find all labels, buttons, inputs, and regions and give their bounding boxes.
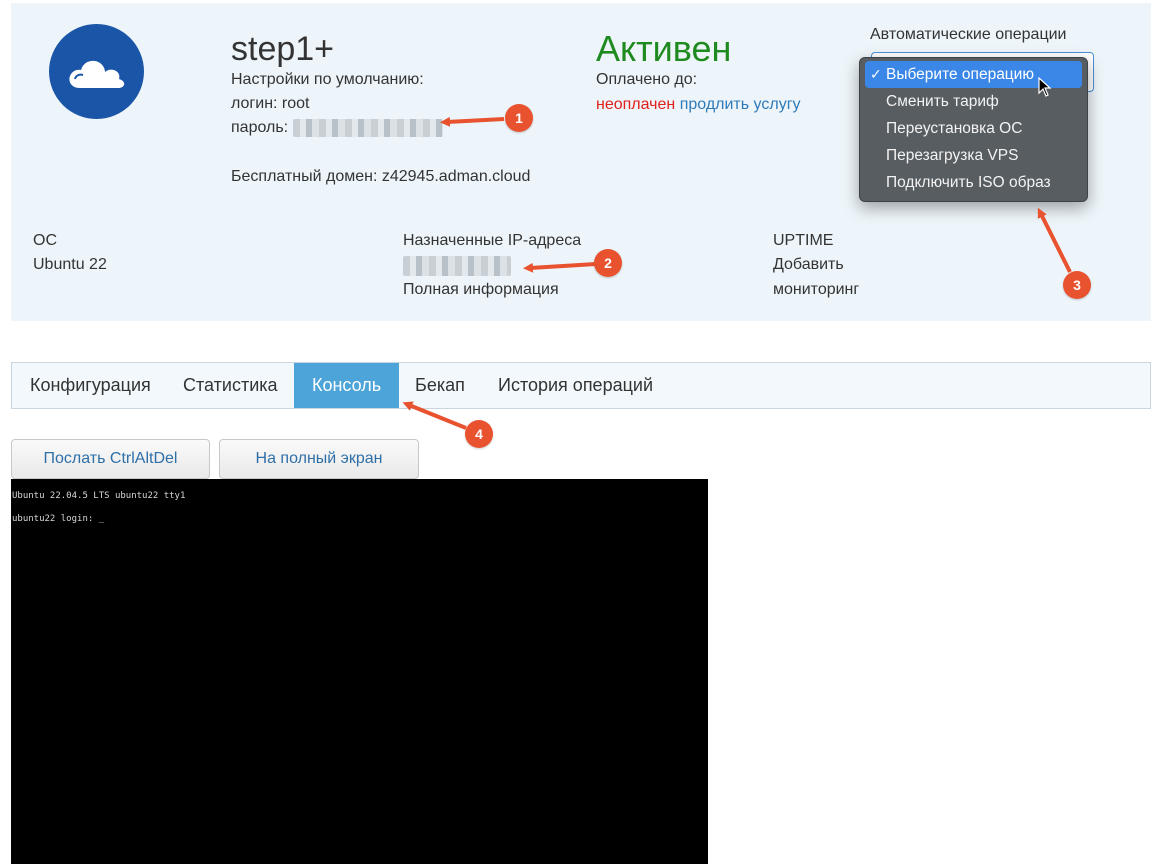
tab-statistics[interactable]: Статистика xyxy=(165,363,296,408)
os-value: Ubuntu 22 xyxy=(33,256,107,273)
ip-value-redacted xyxy=(403,256,511,276)
operations-dropdown: ✓ Выберите операцию Сменить тариф Переус… xyxy=(859,57,1088,202)
operation-option-mount-iso[interactable]: Подключить ISO образ xyxy=(865,169,1082,196)
tab-backup[interactable]: Бекап xyxy=(397,363,483,408)
payment-status-line: неоплачен продлить услугу xyxy=(596,96,801,114)
cloud-icon xyxy=(68,60,124,88)
annotation-badge-4: 4 xyxy=(465,420,493,448)
annotation-badge-1: 1 xyxy=(505,104,533,132)
unpaid-label: неоплачен xyxy=(596,96,676,113)
status-active: Активен xyxy=(596,28,732,69)
add-monitoring-link-line2[interactable]: мониторинг xyxy=(773,281,859,299)
add-monitoring-link[interactable]: Добавить xyxy=(773,256,844,274)
password-value-redacted xyxy=(292,119,443,137)
plan-name: step1+ xyxy=(231,30,335,68)
send-ctrl-alt-del-button[interactable]: Послать CtrlAltDel xyxy=(11,439,210,479)
annotation-badge-3: 3 xyxy=(1063,271,1091,299)
free-domain: Бесплатный домен: z42945.adman.cloud xyxy=(231,168,531,185)
fullscreen-button[interactable]: На полный экран xyxy=(219,439,419,479)
extend-service-link[interactable]: продлить услугу xyxy=(680,96,801,113)
tab-console[interactable]: Консоль xyxy=(294,363,400,408)
os-label: ОС xyxy=(33,232,57,249)
ip-label: Назначенные IP-адреса xyxy=(403,232,582,249)
uptime-label: UPTIME xyxy=(773,232,834,249)
tab-bar: Конфигурация Статистика Консоль Бекап Ис… xyxy=(11,362,1151,409)
annotation-badge-2: 2 xyxy=(594,249,622,277)
operation-option-reboot-vps[interactable]: Перезагрузка VPS xyxy=(865,142,1082,169)
tab-configuration[interactable]: Конфигурация xyxy=(12,363,169,408)
console-line: Ubuntu 22.04.5 LTS ubuntu22 tty1 xyxy=(12,491,186,501)
defaults-label: Настройки по умолчанию: xyxy=(231,71,424,88)
tab-operations-history[interactable]: История операций xyxy=(480,363,671,408)
check-icon: ✓ xyxy=(870,66,882,82)
login-line: логин: root xyxy=(231,95,310,112)
avatar xyxy=(49,24,144,119)
password-line: пароль: xyxy=(231,119,443,137)
mouse-pointer-icon xyxy=(1038,77,1052,97)
vnc-console[interactable]: Ubuntu 22.04.5 LTS ubuntu22 tty1 ubuntu2… xyxy=(11,479,708,864)
operations-label: Автоматические операции xyxy=(870,26,1067,43)
console-login-prompt: ubuntu22 login: _ xyxy=(12,514,105,524)
ip-details-link[interactable]: Полная информация xyxy=(403,281,559,299)
password-label: пароль: xyxy=(231,119,289,137)
paid-until-label: Оплачено до: xyxy=(596,71,698,88)
operation-option-reinstall-os[interactable]: Переустановка ОС xyxy=(865,115,1082,142)
